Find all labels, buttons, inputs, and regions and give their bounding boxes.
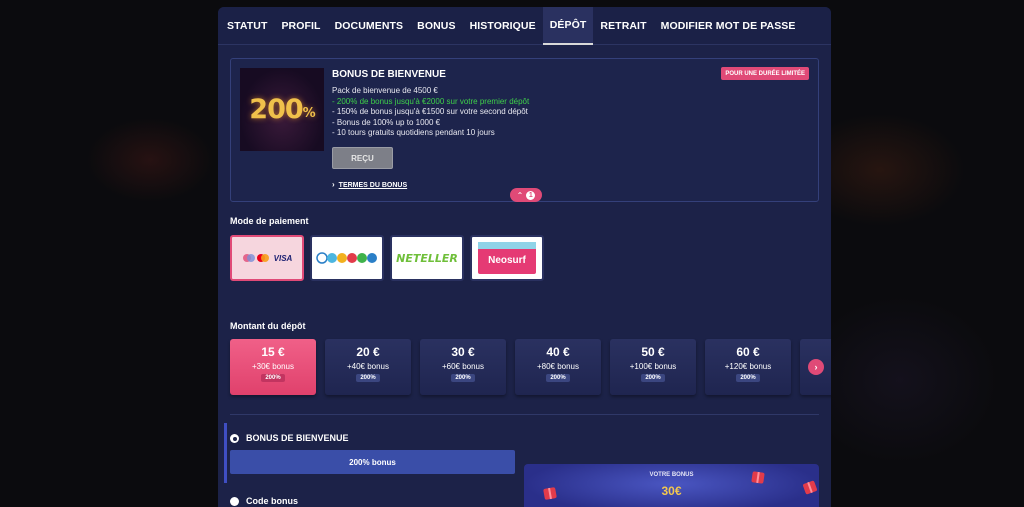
section-divider bbox=[230, 414, 819, 415]
bonus-code-radio[interactable] bbox=[230, 497, 239, 506]
your-bonus-banner: VOTRE BONUS 30€ bbox=[524, 464, 819, 507]
tab-bonus[interactable]: BONUS bbox=[410, 7, 462, 45]
amount-value: 20 € bbox=[356, 345, 380, 359]
bonus-count-badge: 1 bbox=[526, 190, 536, 200]
amount-bonus: +100€ bonus bbox=[629, 362, 677, 371]
collapse-toggle[interactable]: ⌃ 1 bbox=[510, 188, 542, 202]
bonus-terms-link[interactable]: › TERMES DU BONUS bbox=[332, 180, 407, 189]
payment-method-label: Mode de paiement bbox=[230, 216, 309, 226]
promo-line: - Bonus de 100% up to 1000 € bbox=[332, 117, 441, 127]
amount-bonus: +80€ bonus bbox=[536, 362, 580, 371]
your-bonus-amount: 30€ bbox=[661, 484, 682, 498]
amount-badge: 200% bbox=[261, 374, 285, 382]
tab-documents[interactable]: DOCUMENTS bbox=[328, 7, 411, 45]
payment-option-astropay[interactable] bbox=[310, 235, 384, 281]
account-tabs: STATUT PROFIL DOCUMENTS BONUS HISTORIQUE… bbox=[218, 7, 831, 45]
amount-badge: 200% bbox=[451, 374, 475, 382]
tab-statut[interactable]: STATUT bbox=[220, 7, 274, 45]
amount-bonus: +120€ bonus bbox=[724, 362, 772, 371]
tab-retrait[interactable]: RETRAIT bbox=[593, 7, 653, 45]
limited-time-badge: POUR UNE DURÉE LIMITÉE bbox=[721, 67, 809, 80]
promo-line: Pack de bienvenue de 4500 € bbox=[332, 86, 438, 95]
promo-image-number: 200 bbox=[249, 94, 303, 125]
amount-option[interactable]: 15 € +30€ bonus 200% bbox=[230, 339, 316, 395]
tab-depot[interactable]: DÉPÔT bbox=[542, 7, 594, 45]
amount-bonus: +30€ bonus bbox=[251, 362, 295, 371]
chevron-up-icon: ⌃ bbox=[516, 190, 524, 200]
amount-bonus: +40€ bonus bbox=[346, 362, 390, 371]
welcome-bonus-label: BONUS DE BIENVENUE bbox=[246, 433, 349, 443]
visa-logo: VISA bbox=[273, 253, 293, 263]
amount-option[interactable]: 40 € +80€ bonus 200% bbox=[515, 339, 601, 395]
chevron-right-icon: › bbox=[332, 180, 335, 189]
your-bonus-label: VOTRE BONUS bbox=[649, 472, 694, 478]
account-panel: STATUT PROFIL DOCUMENTS BONUS HISTORIQUE… bbox=[218, 7, 831, 507]
promo-line-highlight: - 200% de bonus jusqu'à €2000 sur votre … bbox=[332, 96, 530, 106]
amount-badge: 200% bbox=[641, 374, 665, 382]
deposit-amount-label: Montant du dépôt bbox=[230, 321, 306, 331]
tab-profil[interactable]: PROFIL bbox=[274, 7, 327, 45]
neosurf-logo: Neosurf bbox=[478, 242, 536, 274]
amount-option[interactable]: 50 € +100€ bonus 200% bbox=[610, 339, 696, 395]
received-button[interactable]: REÇU bbox=[332, 147, 393, 169]
amount-value: 15 € bbox=[261, 345, 285, 359]
chevron-right-icon[interactable]: › bbox=[808, 359, 824, 375]
tab-historique[interactable]: HISTORIQUE bbox=[463, 7, 543, 45]
amount-value: 40 € bbox=[546, 345, 570, 359]
neosurf-logo-text: Neosurf bbox=[488, 254, 526, 266]
bonus-code-label: Code bonus bbox=[246, 496, 298, 506]
neteller-logo: NETELLER bbox=[396, 251, 458, 265]
welcome-bonus-select[interactable]: 200% bonus bbox=[230, 450, 515, 474]
payment-option-neteller[interactable]: NETELLER bbox=[390, 235, 464, 281]
amount-badge: 200% bbox=[736, 374, 760, 382]
maestro-mastercard-icon bbox=[242, 254, 269, 262]
amount-value: 60 € bbox=[736, 345, 760, 359]
amount-value: 50 € bbox=[641, 345, 665, 359]
amount-badge: 200% bbox=[356, 374, 380, 382]
promo-line: - 10 tours gratuits quotidiens pendant 1… bbox=[332, 128, 495, 137]
amount-bonus: +60€ bonus bbox=[441, 362, 485, 371]
tab-modifier-mot-de-passe[interactable]: MODIFIER MOT DE PASSE bbox=[654, 7, 803, 45]
bonus-promo-image: 200% bbox=[240, 68, 324, 151]
amount-option[interactable]: 30 € +60€ bonus 200% bbox=[420, 339, 506, 395]
promo-image-percent: % bbox=[302, 106, 316, 121]
welcome-bonus-radio[interactable] bbox=[230, 434, 239, 443]
amount-option[interactable]: 60 € +120€ bonus 200% bbox=[705, 339, 791, 395]
promo-line: - 150% de bonus jusqu'à €1500 sur votre … bbox=[332, 107, 528, 116]
amount-value: 30 € bbox=[451, 345, 475, 359]
amount-option[interactable]: 20 € +40€ bonus 200% bbox=[325, 339, 411, 395]
promo-description: Pack de bienvenue de 4500 € - 200% de bo… bbox=[332, 86, 529, 139]
promo-title: BONUS DE BIENVENUE bbox=[332, 69, 446, 80]
astropay-logo-icon bbox=[316, 252, 377, 264]
payment-option-card[interactable]: VISA bbox=[230, 235, 304, 281]
welcome-bonus-card: 200% BONUS DE BIENVENUE POUR UNE DURÉE L… bbox=[230, 58, 819, 202]
payment-option-neosurf[interactable]: Neosurf bbox=[470, 235, 544, 281]
amount-badge: 200% bbox=[546, 374, 570, 382]
bonus-terms-label: TERMES DU BONUS bbox=[338, 182, 408, 189]
